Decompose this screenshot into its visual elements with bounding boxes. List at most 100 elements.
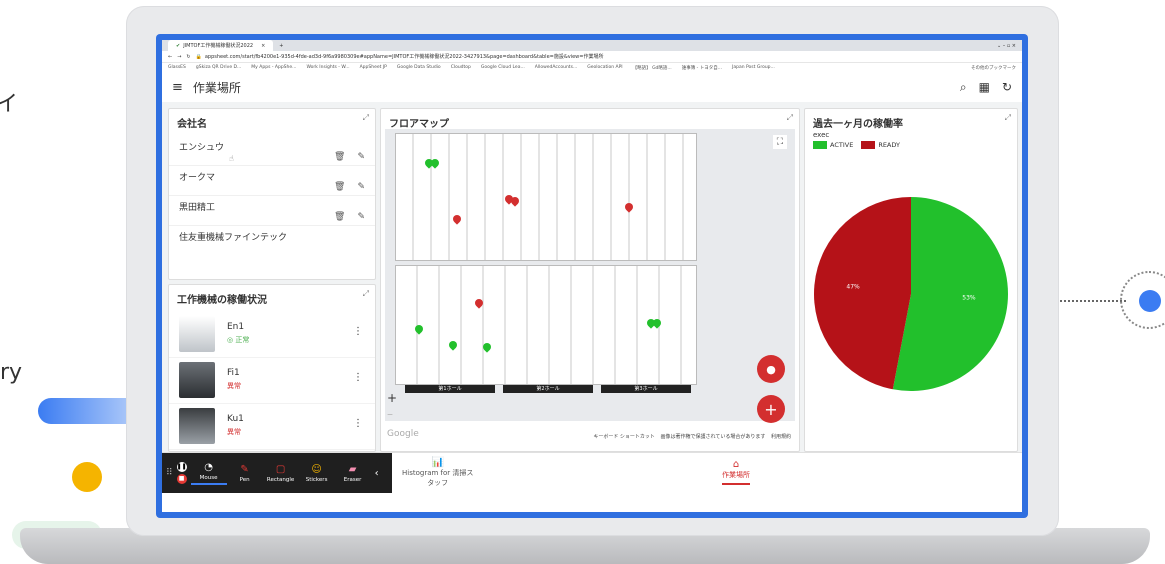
utilization-title: 過去一ヶ月の稼働率 bbox=[813, 119, 903, 130]
company-row[interactable]: 黒田精工 🗑 ✎ bbox=[169, 196, 375, 226]
machine-status: 異常 bbox=[227, 382, 241, 390]
drag-handle-icon[interactable]: ⠿ bbox=[166, 468, 173, 478]
machine-row[interactable]: En1 ◎ 正常 ⋮ bbox=[169, 312, 375, 358]
floor-map[interactable]: 第1ホール 第2ホール 第3ホール ⛶ + – Google キーボード ショー… bbox=[385, 129, 795, 440]
tool-mouse[interactable]: ◔ Mouse bbox=[190, 462, 227, 485]
zoom-out-icon[interactable]: – bbox=[387, 407, 393, 421]
bookmark[interactable]: Google Cloud Lea... bbox=[481, 65, 525, 70]
factory-icon: ⌂ bbox=[732, 459, 740, 470]
search-icon[interactable]: ⌕ bbox=[960, 80, 967, 95]
nav-item-workplace[interactable]: ⌂ 作業場所 bbox=[722, 459, 750, 485]
bookmark[interactable]: Work Insights - W... bbox=[306, 65, 349, 70]
bookmark[interactable]: 誰事簿 - トヨタ自... bbox=[682, 65, 722, 71]
map-shortcuts-link[interactable]: キーボード ショートカット bbox=[593, 434, 655, 440]
page-title: 作業場所 bbox=[192, 80, 241, 95]
company-row[interactable]: オークマ 🗑 ✎ bbox=[169, 166, 375, 196]
close-tab-icon[interactable]: × bbox=[261, 43, 265, 49]
dotted-ring-decoration bbox=[1120, 271, 1165, 329]
utilization-card: 過去一ヶ月の稼働率 ⤢ exec ACTIVE READY 53% 47% bbox=[804, 108, 1018, 452]
machine-row[interactable]: Ku1 異常 ⋮ bbox=[169, 404, 375, 450]
edit-icon[interactable]: ✎ bbox=[357, 212, 365, 222]
map-terms-link[interactable]: 利用規約 bbox=[771, 434, 791, 440]
edit-icon[interactable]: ✎ bbox=[357, 152, 365, 162]
machine-name: Fi1 bbox=[227, 368, 240, 378]
company-row[interactable]: 住友重機械ファインテック bbox=[169, 226, 375, 255]
bookmark[interactable]: Cloudtop bbox=[451, 65, 471, 70]
bookmark[interactable]: GlassES bbox=[168, 65, 186, 70]
forward-icon[interactable]: → bbox=[177, 54, 181, 60]
bookmark[interactable]: AppSheet JP bbox=[360, 65, 387, 70]
delete-icon[interactable]: 🗑 bbox=[334, 182, 345, 192]
pause-icon[interactable]: ❚❚ bbox=[176, 462, 187, 472]
floor-plan-upper bbox=[395, 133, 697, 261]
legend-item-active: ACTIVE bbox=[813, 141, 853, 149]
tool-stickers[interactable]: ☺ Stickers bbox=[299, 464, 335, 483]
bookmark[interactable]: Google Data Studio bbox=[397, 65, 441, 70]
browser-tab[interactable]: ✔ JIMTOF工作機械稼働状況2022 × bbox=[168, 40, 274, 51]
stop-icon[interactable]: ■ bbox=[176, 474, 187, 484]
expand-icon[interactable]: ⤢ bbox=[363, 113, 369, 123]
machine-thumbnail bbox=[179, 362, 215, 398]
app-header: ≡ 作業場所 ⌕ ▦ ↻ bbox=[162, 72, 1022, 103]
more-options-icon[interactable]: ⋮ bbox=[353, 326, 363, 337]
pie-label-ready: 47% bbox=[846, 284, 860, 291]
collapse-toolbar-icon[interactable]: ‹ bbox=[375, 468, 379, 479]
new-tab-icon[interactable]: + bbox=[279, 43, 283, 49]
tool-label: Stickers bbox=[305, 476, 328, 483]
bookmark[interactable]: gSkiza QR Drive D... bbox=[196, 65, 241, 70]
more-options-icon[interactable]: ⋮ bbox=[353, 418, 363, 429]
tool-label: Pen bbox=[239, 476, 250, 483]
machines-card: 工作機械の稼働状況 ⤢ En1 ◎ 正常 ⋮ Fi1 異常 ⋮ Ku1 異常 ⋮ bbox=[168, 284, 376, 452]
more-options-icon[interactable]: ⋮ bbox=[353, 372, 363, 383]
url-text[interactable]: appsheet.com/start/fb4200e1-935d-4fde-ad… bbox=[205, 53, 785, 60]
hall-label: 第2ホール bbox=[503, 385, 593, 393]
expand-icon[interactable]: ⤢ bbox=[787, 113, 793, 123]
tool-label: Mouse bbox=[199, 474, 218, 481]
pie-slice-ready[interactable] bbox=[814, 197, 911, 390]
menu-icon[interactable]: ≡ bbox=[172, 80, 183, 95]
window-controls[interactable]: ⌄ – ▫ × bbox=[997, 43, 1016, 49]
cursor-hand-icon: ☝ bbox=[229, 154, 234, 163]
plus-icon: + bbox=[764, 399, 778, 419]
bookmark[interactable]: Geolocation API bbox=[587, 65, 622, 70]
bookmark[interactable]: AllowedAccounts... bbox=[535, 65, 577, 70]
reload-icon[interactable]: ↻ bbox=[186, 54, 190, 60]
company-row[interactable]: エンシュウ ☝ 🗑 ✎ bbox=[169, 136, 375, 166]
location-pin-icon: ● bbox=[766, 362, 776, 376]
bookmark[interactable]: Japan Post Group... bbox=[732, 65, 775, 70]
tool-eraser[interactable]: ▰ Eraser bbox=[335, 464, 371, 483]
address-bar[interactable]: ← → ↻ 🔒 appsheet.com/start/fb4200e1-935d… bbox=[162, 51, 1022, 63]
tool-rectangle[interactable]: ▢ Rectangle bbox=[263, 464, 299, 483]
tool-label: Rectangle bbox=[266, 476, 295, 483]
bookmark[interactable]: My Apps - AppShe... bbox=[251, 65, 296, 70]
bookmark[interactable]: 【略語】 Gd略語... bbox=[633, 65, 672, 71]
refresh-icon[interactable]: ↻ bbox=[1002, 80, 1012, 95]
nav-item-histogram[interactable]: 📊 Histogram for 清掃ス タッフ bbox=[402, 457, 473, 488]
fullscreen-icon[interactable]: ⛶ bbox=[772, 135, 787, 149]
legend-label: ACTIVE bbox=[830, 141, 854, 149]
location-button[interactable]: ● bbox=[757, 355, 785, 383]
edit-icon[interactable]: ✎ bbox=[357, 182, 365, 192]
companies-card: 会社名 ⤢ エンシュウ ☝ 🗑 ✎ オークマ 🗑 ✎ 黒田精工 🗑 ✎ 住友重機械ファ… bbox=[168, 108, 376, 280]
tool-pen[interactable]: ✎ Pen bbox=[227, 464, 263, 483]
grid-view-icon[interactable]: ▦ bbox=[979, 80, 990, 95]
legend-item-ready: READY bbox=[861, 141, 900, 149]
back-icon[interactable]: ← bbox=[168, 54, 172, 60]
legend-label: READY bbox=[878, 141, 901, 149]
google-logo: Google bbox=[387, 429, 419, 439]
expand-icon[interactable]: ⤢ bbox=[363, 289, 369, 299]
delete-icon[interactable]: 🗑 bbox=[334, 152, 345, 162]
expand-icon[interactable]: ⤢ bbox=[1005, 113, 1011, 123]
machine-name: Ku1 bbox=[227, 414, 244, 424]
nav-label: タッフ bbox=[427, 479, 449, 487]
bookmark[interactable]: その他のブックマーク bbox=[971, 65, 1016, 71]
zoom-in-icon[interactable]: + bbox=[387, 391, 397, 405]
machine-status: ◎ 正常 bbox=[227, 336, 250, 344]
chart-legend: ACTIVE READY bbox=[813, 141, 900, 149]
delete-icon[interactable]: 🗑 bbox=[334, 212, 345, 222]
map-footer: キーボード ショートカット 画像は著作権で保護されている場合があります 利用規約 bbox=[591, 433, 793, 440]
pie-label-active: 53% bbox=[962, 294, 976, 301]
machine-row[interactable]: Fi1 異常 ⋮ bbox=[169, 358, 375, 404]
rectangle-icon: ▢ bbox=[275, 463, 286, 475]
add-button[interactable]: + bbox=[757, 395, 785, 423]
